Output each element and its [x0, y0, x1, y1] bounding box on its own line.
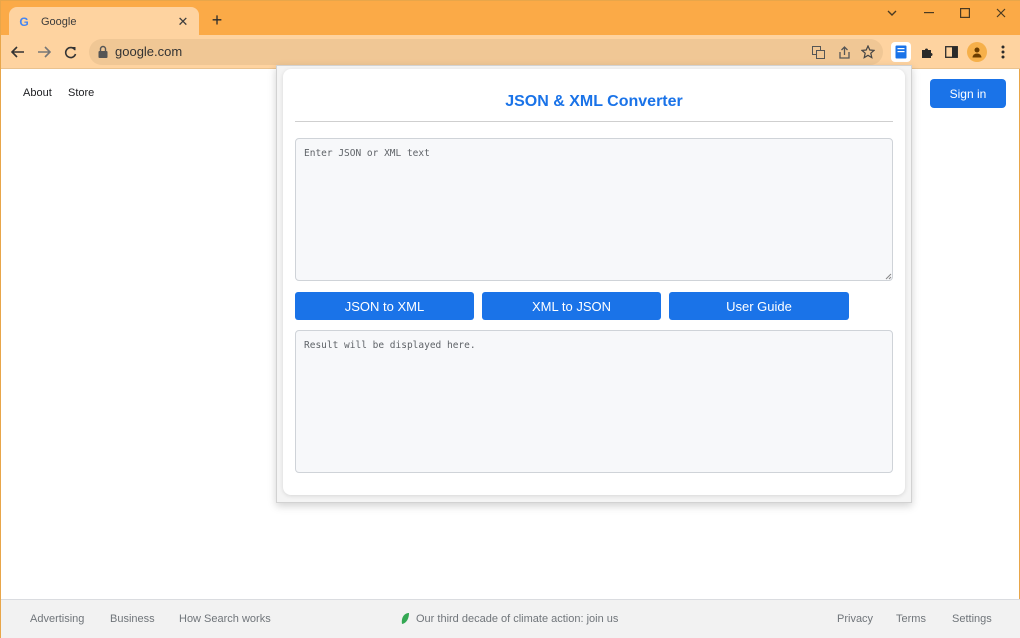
tab-title: Google — [41, 15, 77, 28]
browser-window: G Google ✕ + google.com About Store Sign… — [0, 0, 1020, 638]
user-guide-button[interactable]: User Guide — [669, 292, 849, 320]
back-arrow-icon[interactable] — [7, 41, 29, 63]
close-window-icon[interactable] — [983, 1, 1019, 25]
xml-to-json-button[interactable]: XML to JSON — [482, 292, 661, 320]
maximize-icon[interactable] — [947, 1, 983, 25]
share-icon[interactable] — [835, 43, 853, 61]
footer-link-settings[interactable]: Settings — [952, 613, 992, 625]
browser-toolbar: google.com — [1, 35, 1020, 69]
result-textarea[interactable] — [295, 330, 893, 473]
translate-icon[interactable] — [809, 43, 827, 61]
store-link[interactable]: Store — [68, 87, 94, 99]
footer-link-privacy[interactable]: Privacy — [837, 613, 873, 625]
resize-grip-icon[interactable] — [884, 272, 892, 280]
extension-popup: JSON & XML Converter JSON to XML XML to … — [283, 69, 905, 495]
tab-search-chevron-icon[interactable] — [874, 1, 910, 25]
minimize-icon[interactable] — [911, 1, 947, 25]
chrome-menu-icon[interactable] — [993, 42, 1013, 62]
about-link[interactable]: About — [23, 87, 52, 99]
tab-strip: G Google ✕ + — [1, 1, 1020, 36]
address-bar[interactable]: google.com — [89, 39, 883, 65]
lock-icon — [98, 45, 108, 58]
side-panel-icon[interactable] — [941, 42, 961, 62]
tab-google[interactable]: G Google ✕ — [9, 7, 199, 36]
bookmark-star-icon[interactable] — [859, 43, 877, 61]
footer-climate-link[interactable]: Our third decade of climate action: join… — [416, 613, 618, 625]
footer-link-advertising[interactable]: Advertising — [30, 613, 84, 625]
footer-link-business[interactable]: Business — [110, 613, 155, 625]
new-tab-button[interactable]: + — [207, 10, 227, 30]
json-to-xml-button[interactable]: JSON to XML — [295, 292, 474, 320]
leaf-icon — [401, 613, 409, 624]
input-textarea[interactable] — [295, 138, 893, 281]
url-text: google.com — [115, 44, 183, 59]
profile-avatar-icon[interactable] — [967, 42, 987, 62]
converter-extension-icon[interactable] — [891, 42, 911, 62]
extensions-puzzle-icon[interactable] — [916, 42, 936, 62]
popup-divider — [295, 121, 893, 122]
sign-in-button[interactable]: Sign in — [930, 79, 1006, 108]
page-footer: Advertising Business How Search works Ou… — [1, 599, 1020, 638]
popup-title: JSON & XML Converter — [505, 93, 683, 110]
google-favicon-icon: G — [19, 14, 29, 29]
forward-arrow-icon[interactable] — [33, 41, 55, 63]
tab-close-icon[interactable]: ✕ — [175, 14, 191, 30]
footer-link-terms[interactable]: Terms — [896, 613, 926, 625]
reload-icon[interactable] — [59, 41, 81, 63]
footer-link-how-search-works[interactable]: How Search works — [179, 613, 271, 625]
